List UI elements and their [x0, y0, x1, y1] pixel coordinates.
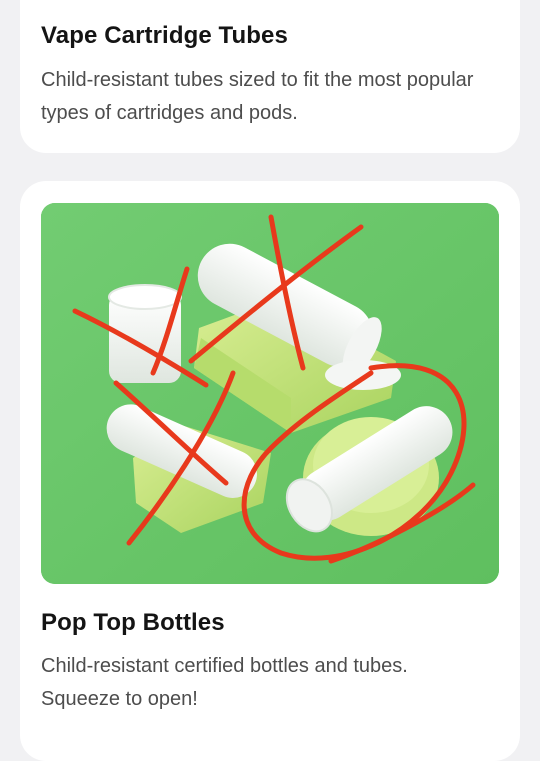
- card-title: Vape Cartridge Tubes: [41, 22, 288, 49]
- product-photo-illustration: [41, 203, 499, 584]
- card-description: Child-resistant tubes sized to fit the m…: [41, 69, 474, 124]
- product-photo: [41, 203, 499, 584]
- product-card-pop-top-bottles[interactable]: Pop Top Bottles Child-resistant certifie…: [20, 181, 520, 761]
- product-card-vape-cartridge-tubes[interactable]: Vape Cartridge Tubes Child-resistant tub…: [20, 0, 520, 153]
- card-title: Pop Top Bottles: [41, 609, 225, 636]
- card-description: Child-resistant certified bottles and tu…: [41, 655, 408, 710]
